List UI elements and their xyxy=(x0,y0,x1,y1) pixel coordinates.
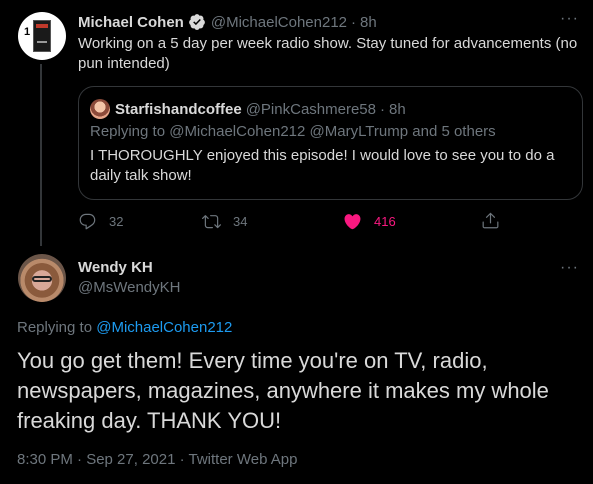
heart-icon xyxy=(343,212,362,231)
reply-button[interactable]: 32 xyxy=(78,212,123,231)
main-tweet-text: You go get them! Every time you're on TV… xyxy=(17,348,549,433)
more-icon[interactable]: ··· xyxy=(560,10,579,28)
retweet-count: 34 xyxy=(233,214,248,229)
main-tweet-timestamp[interactable]: 8:30 PM · Sep 27, 2021 · Twitter Web App xyxy=(17,451,297,468)
like-count: 416 xyxy=(374,214,396,229)
like-button[interactable]: 416 xyxy=(343,212,396,231)
book-cover-image xyxy=(33,20,51,52)
author-handle[interactable]: @MichaelCohen212 xyxy=(211,14,347,31)
verified-badge-icon xyxy=(188,13,206,31)
avatar-badge-number: 1 xyxy=(24,26,31,38)
parent-tweet-text: Working on a 5 day per week radio show. … xyxy=(78,35,578,72)
michael-cohen-avatar[interactable]: 1 xyxy=(18,12,66,60)
retweet-icon xyxy=(202,212,221,231)
tweet-action-bar: 32 34 416 xyxy=(0,210,593,234)
quoted-author-name: Starfishandcoffee xyxy=(115,100,242,118)
quoted-tweet-card[interactable]: Starfishandcoffee @PinkCashmere58 · 8h R… xyxy=(78,86,583,200)
tweet-time[interactable]: 8h xyxy=(360,14,377,31)
quoted-tweet-header: Starfishandcoffee @PinkCashmere58 · 8h xyxy=(90,99,406,119)
avatar-glasses xyxy=(32,276,52,282)
header-separator: · xyxy=(351,13,357,31)
share-icon xyxy=(481,211,500,230)
parent-tweet[interactable]: 1 Michael Cohen @MichaelCohen212 · 8h ··… xyxy=(0,0,593,246)
main-author-name[interactable]: Wendy KH xyxy=(78,259,153,276)
wendy-kh-avatar[interactable] xyxy=(18,254,66,302)
more-icon[interactable]: ··· xyxy=(560,259,579,277)
replying-to-prefix: Replying to xyxy=(17,319,97,336)
quoted-header-separator: · xyxy=(380,100,385,118)
quoted-author-avatar xyxy=(90,99,110,119)
quoted-replying-to: Replying to @MichaelCohen212 @MaryLTrump… xyxy=(90,123,496,140)
retweet-button[interactable]: 34 xyxy=(202,212,247,231)
author-name[interactable]: Michael Cohen xyxy=(78,14,184,31)
reply-count: 32 xyxy=(109,214,124,229)
share-button[interactable] xyxy=(481,211,500,230)
replying-to-handle-link[interactable]: @MichaelCohen212 xyxy=(96,319,232,336)
reply-icon xyxy=(78,212,97,231)
quoted-tweet-time: 8h xyxy=(389,100,406,118)
parent-tweet-header: Michael Cohen @MichaelCohen212 · 8h xyxy=(78,12,377,32)
quoted-author-handle: @PinkCashmere58 xyxy=(245,100,376,118)
quoted-tweet-text: I THOROUGHLY enjoyed this episode! I wou… xyxy=(90,147,555,184)
main-author-handle[interactable]: @MsWendyKH xyxy=(78,279,180,296)
main-replying-to: Replying to @MichaelCohen212 xyxy=(17,319,232,336)
